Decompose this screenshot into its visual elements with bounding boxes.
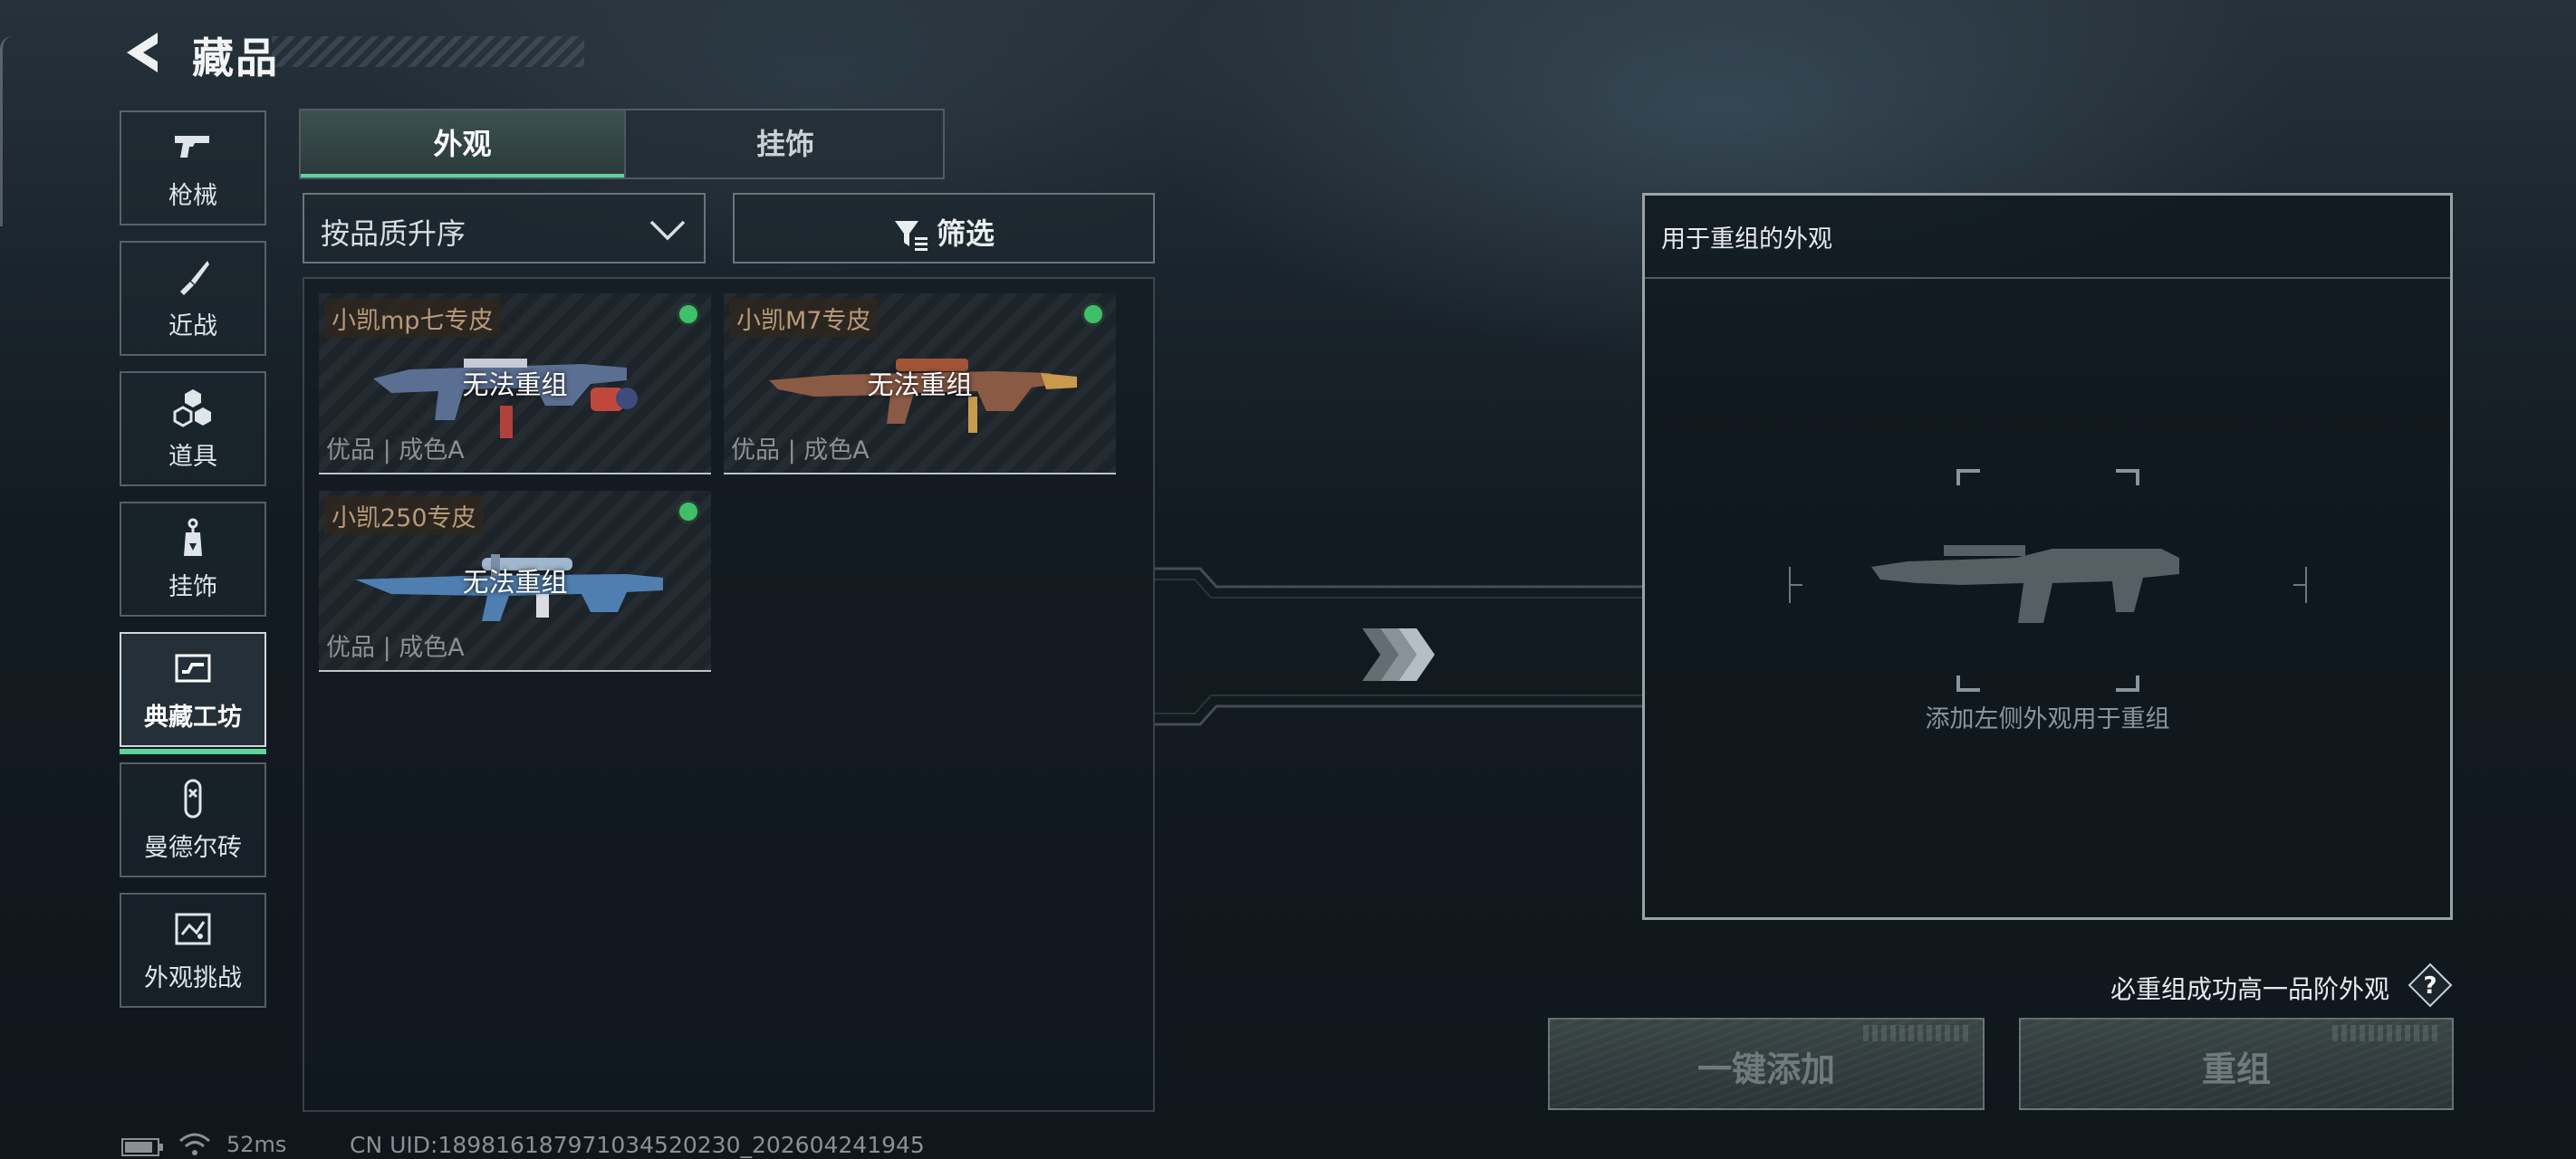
reroll-button[interactable]: 重组 bbox=[2019, 1018, 2454, 1110]
reroll-target-panel[interactable]: 用于重组的外观 添加左侧外观用于重组 bbox=[1642, 193, 2453, 920]
sidebar-item-label: 道具 bbox=[168, 443, 217, 471]
screen-edge-decoration bbox=[0, 36, 13, 226]
sidebar-item-label: 近战 bbox=[168, 312, 217, 340]
charm-tag-icon bbox=[184, 518, 202, 556]
knife-icon bbox=[180, 261, 209, 295]
hexagon-cluster-icon bbox=[173, 389, 211, 427]
sort-selected-value: 按品质升序 bbox=[321, 216, 466, 251]
owned-indicator bbox=[1081, 302, 1105, 326]
skin-status: 无法重组 bbox=[462, 567, 568, 598]
forward-chevrons-icon bbox=[1362, 628, 1435, 681]
skin-status: 无法重组 bbox=[462, 369, 568, 400]
sidebar-item-label: 曼德尔砖 bbox=[144, 834, 242, 862]
category-tabs: 外观 挂饰 bbox=[299, 109, 945, 179]
sidebar-item-label: 典藏工坊 bbox=[144, 704, 242, 732]
sidebar-item-guns[interactable]: 枪械 bbox=[120, 110, 266, 225]
filter-label: 筛选 bbox=[936, 216, 995, 251]
target-panel-title: 用于重组的外观 bbox=[1661, 225, 1832, 254]
add-all-button[interactable]: 一键添加 bbox=[1548, 1018, 1985, 1110]
sidebar-item-appearance-challenge[interactable]: 外观挑战 bbox=[120, 893, 266, 1008]
title-decoration bbox=[272, 36, 584, 67]
sidebar-item-workshop[interactable]: 典藏工坊 bbox=[120, 632, 266, 754]
wifi-icon bbox=[179, 1133, 210, 1155]
sidebar-item-label: 枪械 bbox=[168, 182, 217, 210]
sidebar-item-charms[interactable]: 挂饰 bbox=[120, 502, 266, 617]
filter-button[interactable]: 筛选 bbox=[733, 193, 1155, 263]
skin-meta: 优品 | 成色A bbox=[731, 436, 870, 465]
chevron-down-icon bbox=[649, 220, 686, 241]
skin-name: 小凯M7专皮 bbox=[729, 299, 879, 338]
skin-card[interactable]: 小凯250专皮 无法重组 优品 | 成色A bbox=[319, 491, 711, 672]
owned-indicator bbox=[677, 302, 700, 326]
skin-card[interactable]: 小凯mp七专皮 无法重组 优品 | 成色A bbox=[319, 293, 711, 474]
battery-icon bbox=[121, 1138, 163, 1156]
skin-status: 无法重组 bbox=[867, 369, 973, 400]
button-decoration bbox=[1863, 1025, 1972, 1041]
sidebar-item-props[interactable]: 道具 bbox=[120, 371, 266, 486]
skin-card[interactable]: 小凯M7专皮 无法重组 优品 | 成色A bbox=[724, 293, 1116, 474]
sidebar-item-label: 外观挑战 bbox=[144, 964, 242, 992]
user-uid: CN UID:189816187971034520230_20260424194… bbox=[350, 1132, 925, 1158]
question-icon[interactable]: ? bbox=[2408, 963, 2453, 1008]
mandel-brick-icon bbox=[184, 779, 202, 819]
guarantee-text: 必重组成功高一品阶外观 bbox=[2110, 974, 2390, 1004]
workshop-icon bbox=[175, 654, 211, 683]
skin-name: 小凯250专皮 bbox=[324, 496, 484, 535]
tab-charms[interactable]: 挂饰 bbox=[624, 110, 945, 177]
add-all-label: 一键添加 bbox=[1697, 1049, 1835, 1089]
ping-value: 52ms bbox=[226, 1132, 287, 1157]
owned-indicator bbox=[677, 500, 700, 523]
target-panel-hint: 添加左侧外观用于重组 bbox=[1925, 705, 2170, 733]
reroll-label: 重组 bbox=[2201, 1049, 2271, 1089]
skin-name: 小凯mp七专皮 bbox=[324, 299, 501, 338]
sidebar-item-mandel-brick[interactable]: 曼德尔砖 bbox=[120, 762, 266, 877]
tab-appearance[interactable]: 外观 bbox=[301, 110, 624, 177]
page-title: 藏品 bbox=[192, 34, 279, 82]
divider bbox=[1645, 277, 2450, 279]
rifle-silhouette-icon bbox=[1789, 469, 2307, 692]
pistol-icon bbox=[175, 136, 209, 158]
button-decoration bbox=[2332, 1025, 2441, 1041]
skin-meta: 优品 | 成色A bbox=[326, 436, 465, 465]
challenge-map-icon bbox=[175, 913, 211, 945]
svg-text:?: ? bbox=[2423, 972, 2437, 1000]
sort-dropdown[interactable]: 按品质升序 bbox=[303, 193, 706, 263]
sidebar-item-label: 挂饰 bbox=[168, 573, 217, 601]
skin-list: 小凯mp七专皮 无法重组 优品 | 成色A 小凯M7专皮 无法重组 优品 | 成… bbox=[303, 277, 1155, 1112]
funnel-icon bbox=[894, 221, 928, 251]
skin-meta: 优品 | 成色A bbox=[326, 634, 465, 662]
back-arrow-icon[interactable] bbox=[118, 27, 165, 78]
sidebar-item-melee[interactable]: 近战 bbox=[120, 241, 266, 356]
